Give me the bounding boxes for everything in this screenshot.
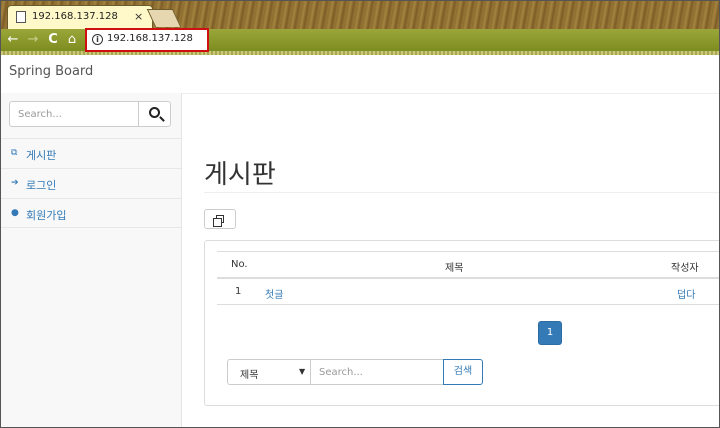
sidebar-item-label: 회원가입 <box>26 209 67 222</box>
sidebar-item-board[interactable]: ⧉ 게시판 <box>1 138 181 168</box>
board-table: No. 제목 작성자 1 첫글 덥다 <box>217 251 719 305</box>
window-frame: 192.168.137.128 × ← → C ⌂ i 192.168.137.… <box>0 0 720 428</box>
board-panel: No. 제목 작성자 1 첫글 덥다 1 제목 ▼ 검색 <box>204 240 719 406</box>
home-icon[interactable]: ⌂ <box>64 31 80 49</box>
sidebar-search <box>9 101 171 127</box>
row-no: 1 <box>235 286 242 297</box>
select-value: 제목 <box>240 370 259 381</box>
chevron-down-icon: ▼ <box>299 367 306 376</box>
header-no: No. <box>231 259 248 270</box>
write-button[interactable] <box>204 209 236 229</box>
reload-icon[interactable]: C <box>45 31 61 49</box>
row-writer-link[interactable]: 덥다 <box>677 286 695 301</box>
sidebar-menu: ⧉ 게시판 ➔ 로그인 ● 회원가입 <box>1 138 181 228</box>
sidebar: ⧉ 게시판 ➔ 로그인 ● 회원가입 <box>1 93 182 427</box>
forward-icon[interactable]: → <box>25 31 41 49</box>
tab-strip: 192.168.137.128 × <box>1 1 719 29</box>
main-content: 게시판 No. 제목 작성자 1 첫글 덥다 1 제목 ▼ Search... … <box>182 93 719 427</box>
info-icon[interactable]: i <box>92 34 103 45</box>
header-title: 제목 <box>445 263 464 274</box>
url-text[interactable]: 192.168.137.128 <box>107 33 193 44</box>
page-1-button[interactable]: 1 <box>538 321 562 345</box>
table-header: No. 제목 작성자 <box>217 251 719 279</box>
back-icon[interactable]: ← <box>5 31 21 49</box>
sidebar-item-login[interactable]: ➔ 로그인 <box>1 168 181 198</box>
search-submit-button[interactable]: 검색 <box>443 359 483 385</box>
board-search-input[interactable] <box>310 359 444 385</box>
sidebar-item-signup[interactable]: ● 회원가입 <box>1 198 181 228</box>
address-bar[interactable]: i 192.168.137.128 <box>85 28 209 52</box>
header-writer: 작성자 <box>671 263 699 274</box>
user-icon: ● <box>11 208 19 218</box>
sidebar-search-input[interactable] <box>9 101 139 127</box>
sidebar-item-label: 게시판 <box>26 149 57 162</box>
copy-icon: ⧉ <box>11 148 18 158</box>
copy-icon <box>213 215 224 227</box>
search-type-select[interactable]: 제목 ▼ <box>227 359 311 385</box>
sign-in-icon: ➔ <box>11 178 19 188</box>
navbar: Spring Board <box>1 55 719 93</box>
tab-close-icon[interactable]: × <box>134 10 143 23</box>
sidebar-search-button[interactable] <box>138 101 171 127</box>
row-title-link[interactable]: 첫글 <box>265 286 283 301</box>
sidebar-item-label: 로그인 <box>26 179 57 192</box>
page-title: 게시판 <box>204 160 276 190</box>
table-row: 1 첫글 덥다 <box>217 279 719 305</box>
brand-link[interactable]: Spring Board <box>9 64 93 79</box>
file-icon <box>16 11 26 23</box>
browser-tab[interactable]: 192.168.137.128 × <box>7 5 153 29</box>
divider <box>204 192 719 193</box>
search-icon <box>149 107 160 118</box>
tab-title: 192.168.137.128 <box>32 11 118 22</box>
